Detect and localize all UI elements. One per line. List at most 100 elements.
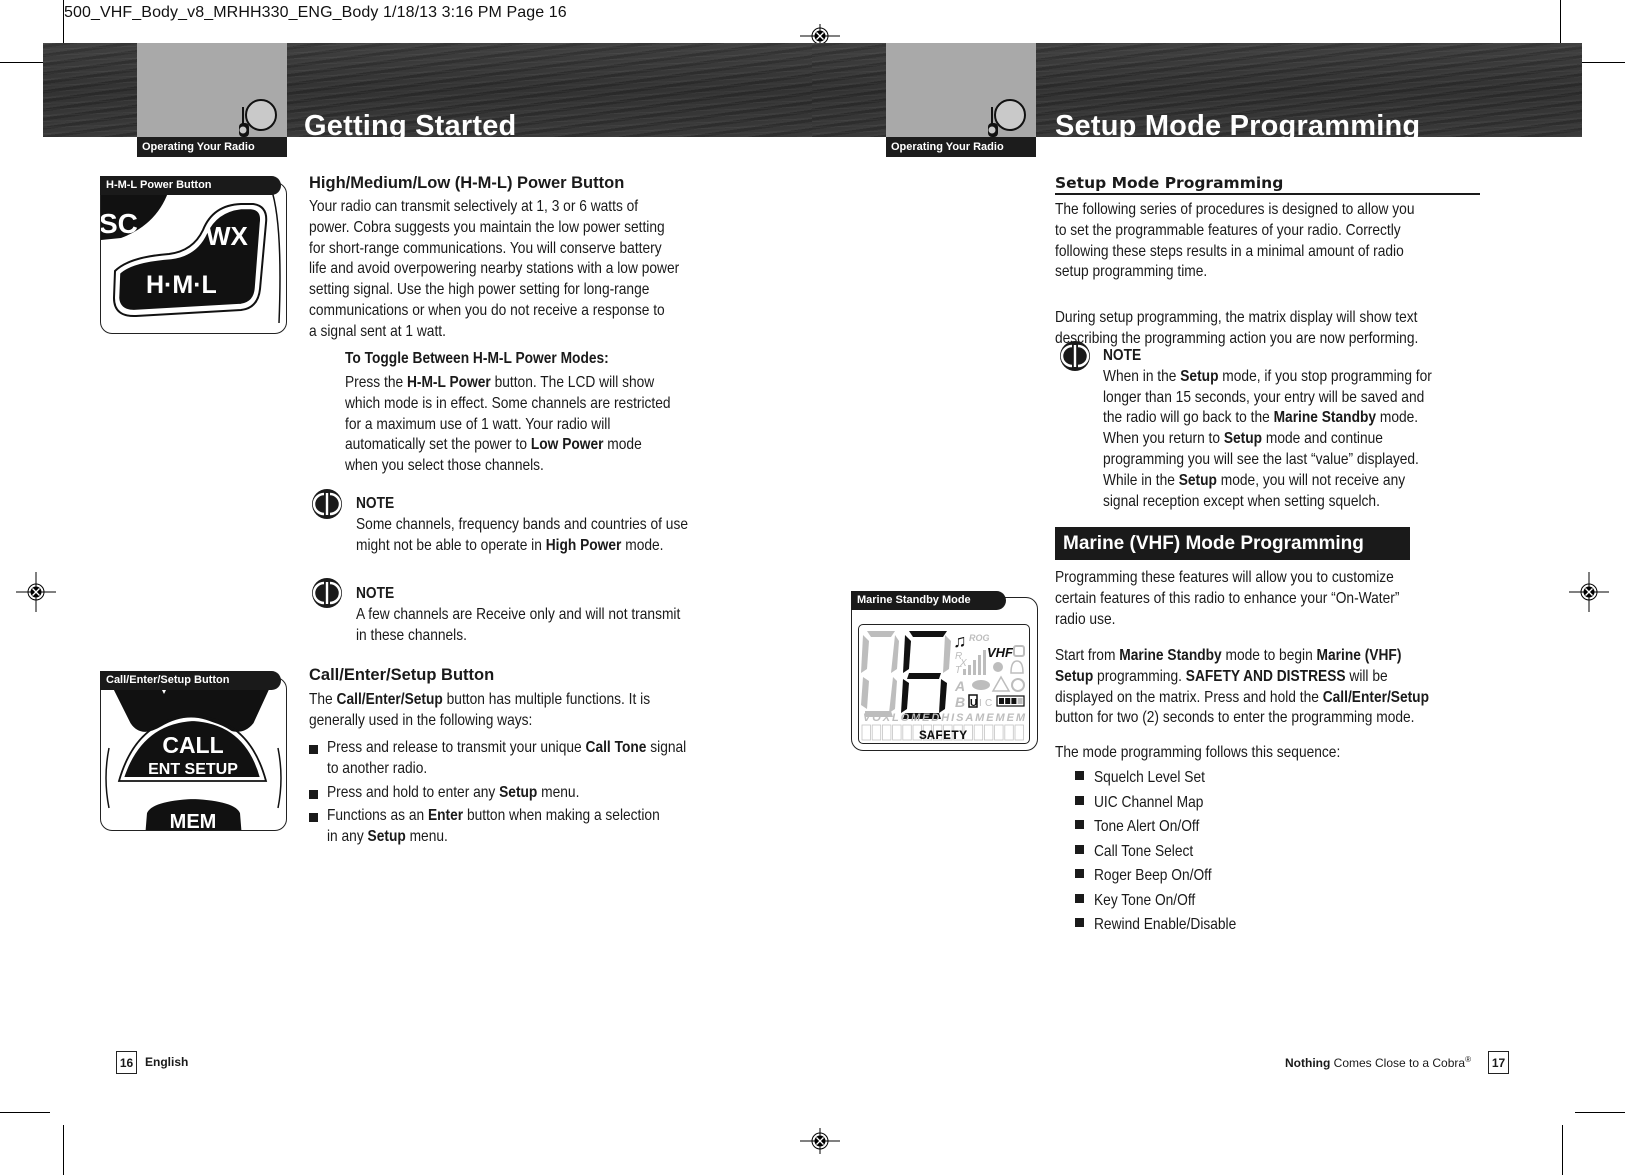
note-title: NOTE <box>356 495 395 512</box>
battery-cell <box>1011 698 1017 704</box>
setup-heading: Setup Mode Programming <box>1055 174 1284 192</box>
bullet-icon <box>1075 795 1084 805</box>
battery-cells <box>999 698 1023 704</box>
crop-mark <box>1560 0 1561 46</box>
sequence-item: Tone Alert On/Off <box>1075 817 1259 842</box>
toggle-line: which mode is in effect. Some channels a… <box>345 394 671 412</box>
bullet-item: Press and release to transmit your uniqu… <box>309 738 745 780</box>
marine-line: certain features of this radio to enhanc… <box>1055 589 1400 607</box>
sequence-item: Roger Beep On/Off <box>1075 866 1259 891</box>
matrix-cell <box>902 724 912 741</box>
note-icon <box>312 489 342 519</box>
note-line: might not be able to operate in High Pow… <box>356 536 664 554</box>
toggle-line: automatically set the power to Low Power… <box>345 436 642 454</box>
crop-mark <box>1575 1112 1625 1113</box>
toggle-line: when you select those channels. <box>345 457 544 475</box>
note-line: When in the Setup mode, if you stop prog… <box>1103 367 1432 385</box>
section-tab-label-right: Operating Your Radio <box>886 137 1036 157</box>
setup-heading-block: Setup Mode Programming <box>1055 174 1480 195</box>
section-tab-left <box>137 43 287 137</box>
battery-cell <box>999 698 1004 704</box>
marine-line: radio use. <box>1055 610 1116 628</box>
setup-line: following these steps results in a minim… <box>1055 242 1404 260</box>
section-tab-right <box>886 43 1036 137</box>
sc-key-label: SC <box>101 208 138 239</box>
footer-language: English <box>145 1055 189 1069</box>
bullet-icon <box>309 789 318 799</box>
sequence-item: Rewind Enable/Disable <box>1075 915 1259 940</box>
note-icon <box>1060 341 1090 371</box>
crop-mark <box>1578 62 1625 63</box>
footer-tagline: Nothing Comes Close to a Cobra® <box>1285 1055 1471 1070</box>
matrix-cell <box>994 724 1004 741</box>
note-block: NOTE When in the Setup mode, if you stop… <box>1103 346 1485 512</box>
marine-line: button for two (2) seconds to enter the … <box>1055 709 1415 727</box>
a-indicator: A <box>954 678 965 694</box>
hml-body-line: power. Cobra suggests you maintain the l… <box>309 218 665 236</box>
print-slug: 500_VHF_Body_v8_MRHH330_ENG_Body 1/18/13… <box>64 4 567 21</box>
call-intro-line: The Call/Enter/Setup button has multiple… <box>309 691 651 708</box>
scan-icon <box>1011 678 1025 692</box>
hml-body: Your radio can transmit selectively at 1… <box>309 197 739 343</box>
rog-indicator: ROG <box>969 633 990 643</box>
note-line: A few channels are Receive only and will… <box>356 605 681 623</box>
bluetooth-icon <box>993 662 1003 672</box>
sequence-item: Call Tone Select <box>1075 842 1259 867</box>
sequence-item: UIC Channel Map <box>1075 793 1259 818</box>
call-heading: Call/Enter/Setup Button <box>309 666 495 684</box>
note-line: While in the Setup mode, you will not re… <box>1103 471 1406 489</box>
radio-icon <box>988 99 1026 137</box>
call-intro-line: generally used in the following ways: <box>309 711 533 729</box>
hml-heading: High/Medium/Low (H-M-L) Power Button <box>309 174 625 192</box>
marine-para-2: Start from Marine Standby mode to begin … <box>1055 646 1490 729</box>
setup-line: setup programming time. <box>1055 263 1208 281</box>
matrix-cell <box>861 724 871 741</box>
marine-line: Setup programming. SAFETY AND DISTRESS w… <box>1055 667 1388 685</box>
note-title: NOTE <box>1103 347 1142 364</box>
battery-cell <box>1005 698 1011 704</box>
bullet-item: Press and hold to enter any Setup menu. <box>309 783 745 804</box>
setup-line: During setup programming, the matrix dis… <box>1055 309 1418 326</box>
music-note-icon: ♫ <box>953 631 967 651</box>
note-icon <box>312 578 342 608</box>
bullet-line: Press and release to transmit your uniqu… <box>327 739 687 756</box>
marine-line: displayed on the matrix. Press and hold … <box>1055 688 1429 706</box>
registration-mark-icon <box>16 572 56 612</box>
call-bullets: Press and release to transmit your uniqu… <box>309 738 745 851</box>
bullet-icon <box>1075 771 1084 780</box>
lcd-screen: ♫ ROG VHF R X T A B U I C VOXLOMEDHISAME… <box>858 624 1030 744</box>
hml-body-line: setting signal. Use the high power setti… <box>309 281 650 299</box>
toggle-line: Press the H-M-L Power button. The LCD wi… <box>345 374 655 391</box>
page-number-right: 17 <box>1488 1051 1509 1074</box>
digit-ghost <box>943 635 951 673</box>
section-tab-label-left: Operating Your Radio <box>137 137 287 157</box>
u-indicator: U <box>970 698 977 709</box>
call-button-drawing: CALL ENT SETUP MEM <box>105 678 282 830</box>
heading-rule <box>1055 193 1480 195</box>
crop-mark <box>0 62 46 63</box>
weather-icon <box>972 680 990 690</box>
toggle-body: Press the H-M-L Power button. The LCD wi… <box>345 373 724 477</box>
bullet-icon <box>1075 869 1084 878</box>
hml-body-line: Your radio can transmit selectively at 1… <box>309 198 639 215</box>
marine-para-1: Programming these features will allow yo… <box>1055 568 1455 630</box>
page-number-left: 16 <box>116 1051 137 1074</box>
c-indicator: C <box>985 698 992 709</box>
tx-indicator: T <box>955 665 962 676</box>
lcd-segments: ♫ ROG VHF R X T A B U I C VOXLOMEDHISAME… <box>861 631 1026 743</box>
mode-indicators: VOXLOMEDHISAMEMEM <box>863 712 1026 724</box>
bullet-icon <box>309 745 318 754</box>
alarm-bell-icon <box>1010 660 1024 674</box>
bullet-icon <box>309 813 318 823</box>
hml-button-drawing: SC WX H·M·L <box>101 183 281 324</box>
bullet-icon <box>1075 844 1084 854</box>
b-indicator: B <box>955 694 965 710</box>
bullet-line: Functions as an Enter button when making… <box>327 807 660 825</box>
matrix-cell <box>892 724 902 741</box>
hml-key-label: H·M·L <box>146 271 217 299</box>
note-line: programming you will see the last “value… <box>1103 450 1419 468</box>
bullet-line: Press and hold to enter any Setup menu. <box>327 783 580 801</box>
sequence-item: Squelch Level Set <box>1075 768 1259 793</box>
bullet-icon <box>1075 820 1084 829</box>
sequence-intro: The mode programming follows this sequen… <box>1055 744 1341 761</box>
